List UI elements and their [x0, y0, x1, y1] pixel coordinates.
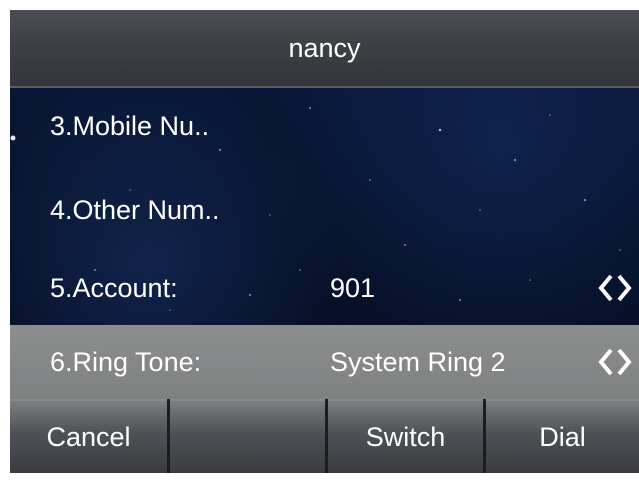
- softkey-bar: Cancel Switch Dial: [10, 399, 639, 473]
- switch-softkey[interactable]: Switch: [328, 399, 483, 473]
- list-item-label: 4.Other Num..: [50, 195, 220, 225]
- list-item-label: 3.Mobile Nu..: [50, 111, 210, 141]
- title-bar: nancy: [10, 10, 639, 88]
- list-item-account[interactable]: 5.Account: 901: [10, 250, 639, 326]
- phone-screen: nancy 3.Mobile Nu.. 4.Other Num.. 5.Acco…: [10, 10, 639, 473]
- softkey-label: Dial: [539, 421, 586, 452]
- left-right-arrows-icon[interactable]: [597, 272, 633, 304]
- contact-name-title: nancy: [288, 32, 361, 63]
- softkey-label: Switch: [365, 421, 446, 452]
- empty-softkey[interactable]: [170, 399, 325, 473]
- list-item-label: 5.Account:: [50, 273, 178, 303]
- account-value: 901: [330, 273, 376, 303]
- list-item-label: 6.Ring Tone:: [50, 347, 202, 377]
- dial-softkey[interactable]: Dial: [486, 399, 639, 473]
- left-right-arrows-icon[interactable]: [597, 346, 633, 378]
- cancel-softkey[interactable]: Cancel: [10, 399, 167, 473]
- list-item-mobile-number[interactable]: 3.Mobile Nu..: [10, 88, 639, 164]
- softkey-label: Cancel: [46, 421, 131, 452]
- list-item-other-number[interactable]: 4.Other Num..: [10, 172, 639, 248]
- list-item-ring-tone[interactable]: 6.Ring Tone: System Ring 2: [10, 325, 639, 399]
- ring-tone-value: System Ring 2: [330, 347, 506, 377]
